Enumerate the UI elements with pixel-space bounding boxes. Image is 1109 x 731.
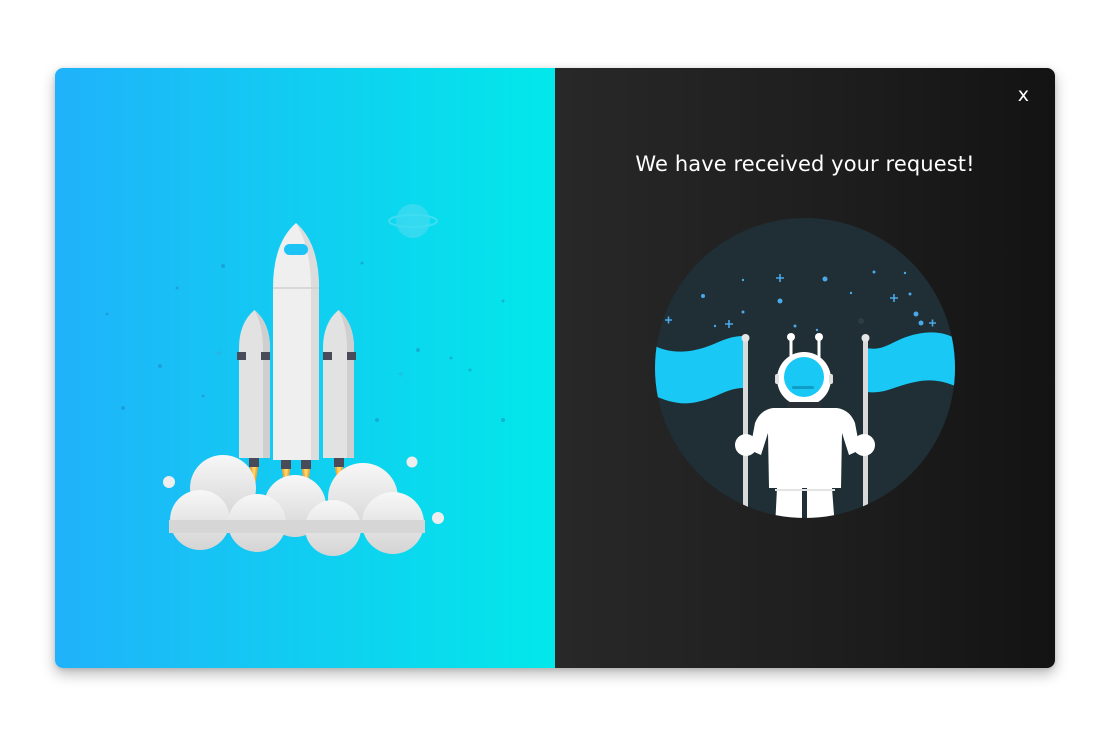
rocket-icon [237, 223, 356, 498]
confirmation-panel: x We have received your request! [555, 68, 1055, 668]
rocket-panel [55, 68, 555, 668]
faint-planet-icon [388, 204, 438, 238]
astronaut-with-flags-illustration [655, 218, 955, 518]
rocket-launch-illustration [105, 204, 505, 556]
request-received-modal: x We have received your request! [55, 68, 1055, 668]
